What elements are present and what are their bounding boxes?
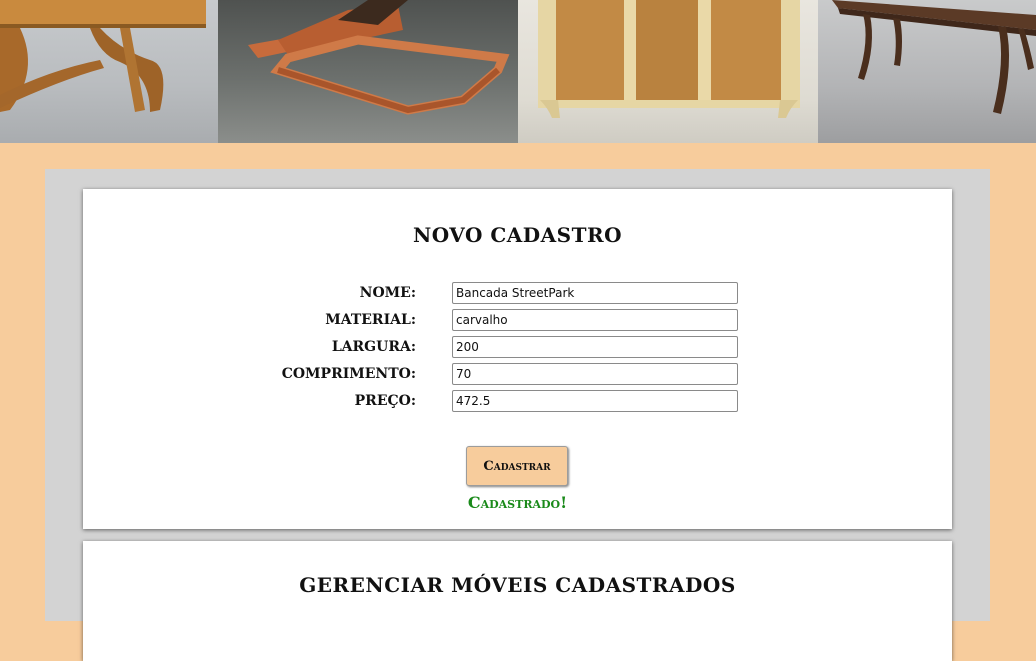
price-label: PREÇO: xyxy=(354,393,416,409)
name-input[interactable] xyxy=(452,282,738,304)
name-row: NOME: xyxy=(83,282,952,304)
length-input[interactable] xyxy=(452,363,738,385)
walnut-table-photo xyxy=(818,0,1036,143)
register-button[interactable]: Cadastrar xyxy=(466,446,568,486)
price-input[interactable] xyxy=(452,390,738,412)
new-registration-card: NOVO CADASTRO NOME: MATERIAL: LARGURA: C… xyxy=(83,189,952,529)
material-label: MATERIAL: xyxy=(325,312,416,328)
bed-frame-photo xyxy=(218,0,518,143)
width-input[interactable] xyxy=(452,336,738,358)
material-input[interactable] xyxy=(452,309,738,331)
photo-banner xyxy=(0,0,1036,143)
width-label: LARGURA: xyxy=(331,339,416,355)
width-row: LARGURA: xyxy=(83,336,952,358)
form-title: NOVO CADASTRO xyxy=(412,223,623,247)
table-photo xyxy=(0,0,218,143)
material-row: MATERIAL: xyxy=(83,309,952,331)
manage-furniture-card: GERENCIAR MÓVEIS CADASTRADOS xyxy=(83,541,952,661)
content-panel: NOVO CADASTRO NOME: MATERIAL: LARGURA: C… xyxy=(45,169,990,661)
cabinet-photo xyxy=(518,0,818,143)
manage-title: GERENCIAR MÓVEIS CADASTRADOS xyxy=(299,573,736,597)
status-message: Cadastrado! xyxy=(467,493,568,512)
length-row: COMPRIMENTO: xyxy=(83,363,952,385)
price-row: PREÇO: xyxy=(83,390,952,412)
name-label: NOME: xyxy=(359,285,416,301)
length-label: COMPRIMENTO: xyxy=(281,366,416,382)
